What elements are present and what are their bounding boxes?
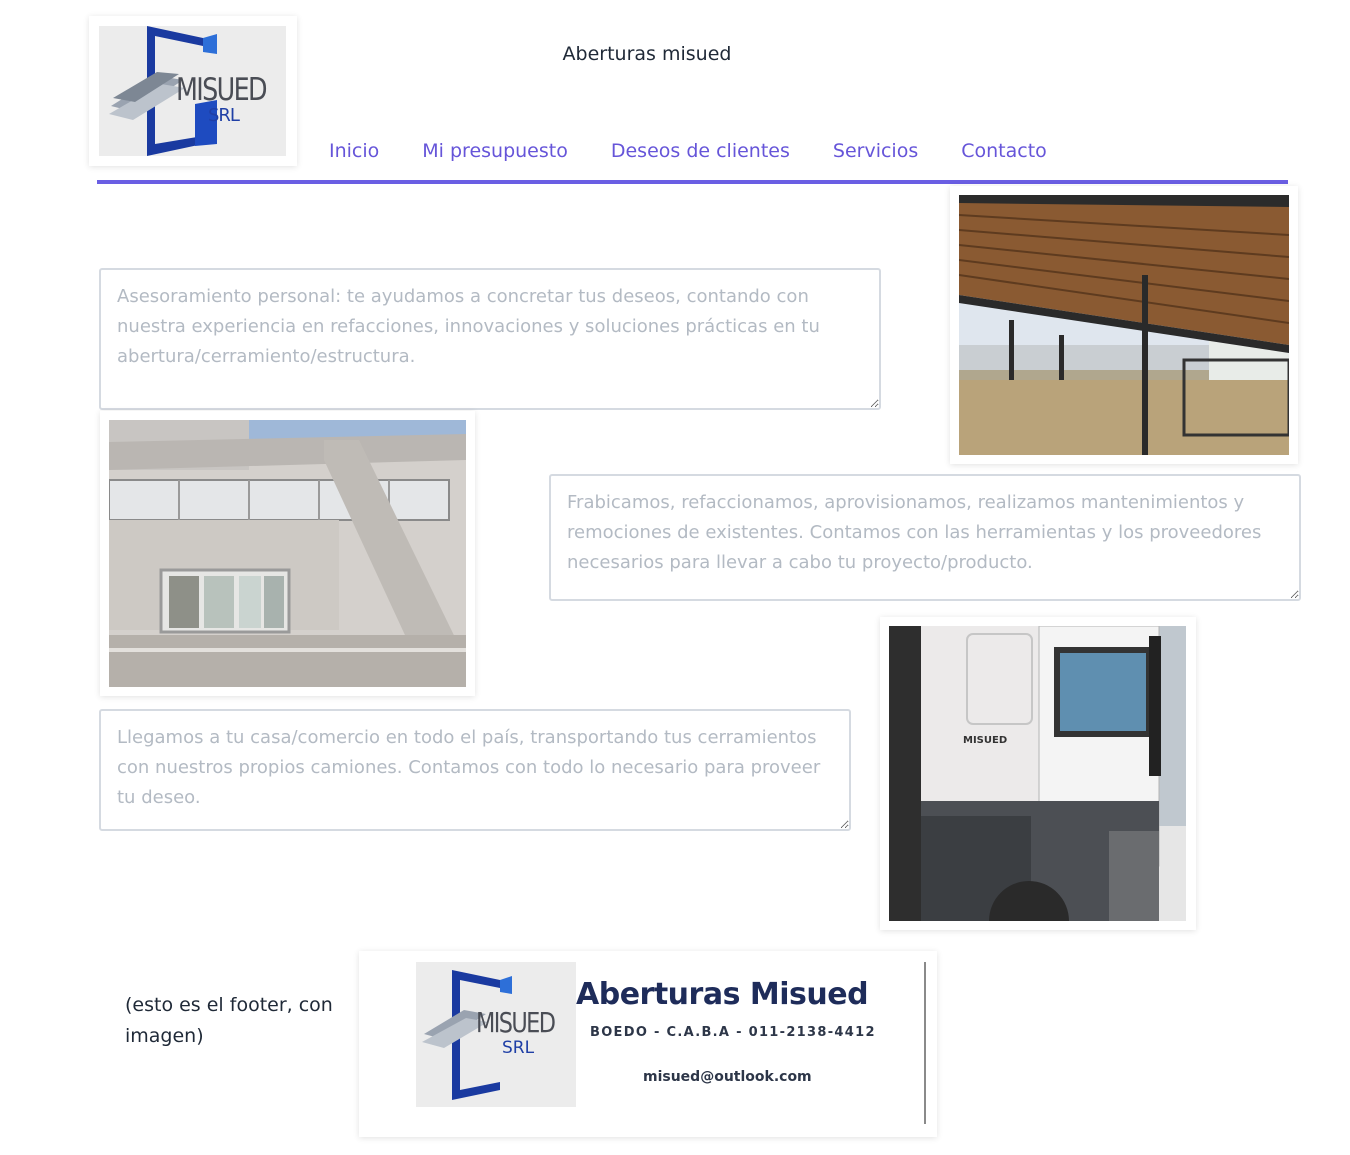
advice-textarea[interactable] (99, 268, 881, 410)
logo-card: MISUED SRL (89, 16, 297, 166)
nav-mi-presupuesto[interactable]: Mi presupuesto (422, 140, 568, 162)
main-nav: Inicio Mi presupuesto Deseos de clientes… (329, 140, 1090, 162)
truck-brand-text: MISUED (963, 735, 1007, 746)
footer-logo: MISUED SRL (416, 962, 576, 1107)
pergola-photo (959, 195, 1289, 455)
footer-company-name: Aberturas Misued (576, 977, 869, 1012)
footer-email: misued@outlook.com (643, 1069, 812, 1085)
truck-photo: MISUED (889, 626, 1186, 921)
footer-logo-suffix-text: SRL (502, 1038, 535, 1058)
nav-inicio[interactable]: Inicio (329, 140, 379, 162)
facade-photo (109, 420, 466, 687)
fabrication-textarea[interactable] (549, 474, 1301, 601)
logo-brand-text: MISUED (176, 72, 268, 108)
transport-textarea[interactable] (99, 709, 851, 831)
truck-photo-card: MISUED (880, 617, 1196, 930)
logo-image: MISUED SRL (99, 26, 286, 156)
nav-underline (97, 180, 1288, 184)
footer-note: (esto es el footer, con imagen) (125, 994, 333, 1047)
site-title: Aberturas misued (562, 43, 732, 65)
facade-photo-card (100, 411, 475, 696)
footer-address: BOEDO - C.A.B.A - 011-2138-4412 (590, 1025, 876, 1040)
footer-image-card: MISUED SRL Aberturas Misued BOEDO - C.A.… (359, 951, 937, 1137)
pergola-photo-card (950, 186, 1298, 464)
nav-contacto[interactable]: Contacto (961, 140, 1047, 162)
logo-suffix-text: SRL (208, 105, 240, 126)
nav-deseos-de-clientes[interactable]: Deseos de clientes (611, 140, 790, 162)
footer-divider (924, 962, 926, 1124)
nav-servicios[interactable]: Servicios (833, 140, 918, 162)
footer-logo-brand-text: MISUED (476, 1006, 556, 1039)
